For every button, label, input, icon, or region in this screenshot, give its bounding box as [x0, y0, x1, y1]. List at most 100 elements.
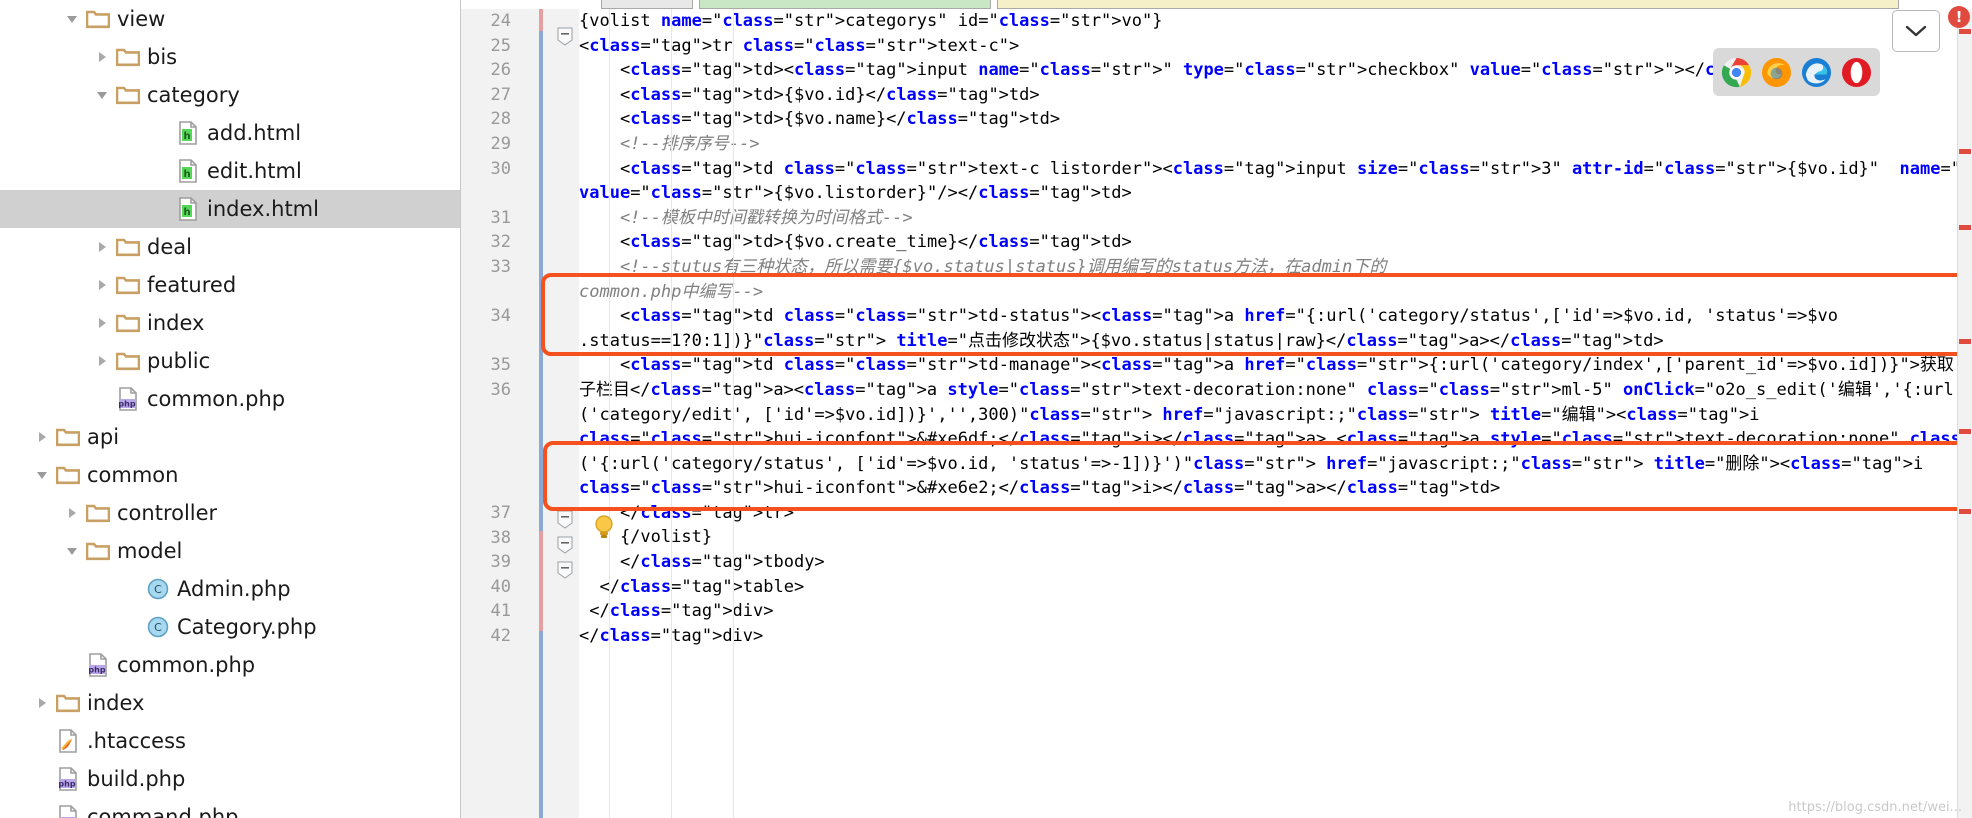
- code-line[interactable]: ('category/edit', ['id'=>$vo.id])}','',3…: [579, 403, 1972, 428]
- chevron-right-icon[interactable]: [90, 278, 114, 292]
- tree-item-common-php[interactable]: php common.php: [0, 380, 460, 418]
- code-line[interactable]: {volist name="class="str">categorys" id=…: [579, 9, 1972, 34]
- error-count-badge[interactable]: !: [1948, 6, 1970, 28]
- chevron-down-icon[interactable]: [60, 544, 84, 558]
- code-lines[interactable]: {volist name="class="str">categorys" id=…: [579, 9, 1972, 648]
- fold-handle-minus-icon-3[interactable]: [556, 536, 574, 556]
- code-line[interactable]: <!--排序序号-->: [579, 132, 1972, 157]
- line-number-gutter[interactable]: 24 25 26 27 28 29 30 31 32 33 34 35 36 37 38 39 40 41 42: [461, 9, 539, 818]
- code-editor[interactable]: 24 25 26 27 28 29 30 31 32 33 34 35 36 37 38 39 40 41 42: [461, 0, 1972, 818]
- edge-browser-icon[interactable]: [1801, 57, 1832, 88]
- error-stripe-mark-5[interactable]: [1959, 429, 1971, 434]
- tree-item-label: model: [117, 539, 183, 563]
- tree-item-bis[interactable]: bis: [0, 38, 460, 76]
- tree-item-api[interactable]: api: [0, 418, 460, 456]
- folder-icon: [84, 503, 112, 523]
- htaccess-file-icon: [54, 729, 82, 753]
- code-line[interactable]: ('{:url('category/status', ['id'=>$vo.id…: [579, 452, 1972, 477]
- chevron-down-icon[interactable]: [90, 88, 114, 102]
- code-line[interactable]: <class="tag">td class="class="str">td-st…: [579, 304, 1972, 329]
- code-line[interactable]: 子栏目</class="tag">a><class="tag">a style=…: [579, 378, 1972, 403]
- editor-marker-scrollbar[interactable]: [1957, 9, 1972, 818]
- code-folding-column[interactable]: [551, 9, 579, 818]
- code-line[interactable]: </class="tag">div>: [579, 624, 1972, 649]
- editor-tab-modified[interactable]: [699, 0, 991, 9]
- fold-handle-minus-icon[interactable]: [555, 26, 575, 46]
- fold-handle-minus-icon-4[interactable]: [556, 561, 574, 581]
- chevron-right-icon[interactable]: [90, 354, 114, 368]
- chevron-right-icon[interactable]: [90, 50, 114, 64]
- code-line[interactable]: class="class="str">hui-iconfont">&#xe6df…: [579, 427, 1972, 452]
- tree-item-category-php[interactable]: C Category.php: [0, 608, 460, 646]
- code-line[interactable]: </class="tag">div>: [579, 599, 1972, 624]
- tree-item-common-php[interactable]: php common.php: [0, 646, 460, 684]
- code-line[interactable]: <class="tag">td class="class="str">td-ma…: [579, 353, 1972, 378]
- tree-item-label: bis: [147, 45, 178, 69]
- tree-item-command-php[interactable]: php command.php: [0, 798, 460, 818]
- editor-tab-strip[interactable]: [461, 0, 1972, 9]
- tree-item-category[interactable]: category: [0, 76, 460, 114]
- firefox-browser-icon[interactable]: [1761, 57, 1792, 88]
- tree-item-index[interactable]: index: [0, 684, 460, 722]
- code-line[interactable]: {/volist}: [579, 525, 1972, 550]
- tree-item-label: build.php: [87, 767, 186, 791]
- code-line[interactable]: </class="tag">table>: [579, 575, 1972, 600]
- line-number: 37: [490, 503, 511, 523]
- tree-item-add-html[interactable]: h add.html: [0, 114, 460, 152]
- code-area[interactable]: 24 25 26 27 28 29 30 31 32 33 34 35 36 37 38 39 40 41 42: [461, 9, 1972, 818]
- chevron-down-icon[interactable]: [60, 12, 84, 26]
- intention-bulb-icon[interactable]: [593, 514, 615, 540]
- code-line[interactable]: .status==1?0:1])}"class="str"> title="点击…: [579, 329, 1972, 354]
- tree-item-edit-html[interactable]: h edit.html: [0, 152, 460, 190]
- tree-item-index-html[interactable]: h index.html: [0, 190, 460, 228]
- chevron-right-icon[interactable]: [90, 240, 114, 254]
- code-text[interactable]: {volist name="class="str">categorys" id=…: [579, 9, 1972, 818]
- indent-guide-1: [609, 9, 610, 818]
- code-line[interactable]: <!--stutus有三种状态，所以需要{$vo.status|status}调…: [579, 255, 1972, 280]
- tree-item-build-php[interactable]: php build.php: [0, 760, 460, 798]
- code-line[interactable]: </class="tag">tbody>: [579, 550, 1972, 575]
- code-line[interactable]: <class="tag">td class="class="str">text-…: [579, 157, 1972, 182]
- project-tree-sidebar[interactable]: view bis category h add.html h edit.html h index…: [0, 0, 461, 818]
- tree-item-controller[interactable]: controller: [0, 494, 460, 532]
- error-stripe-mark-1[interactable]: [1959, 29, 1971, 34]
- error-stripe-mark-6[interactable]: [1959, 509, 1971, 514]
- fold-handle-minus-icon-2[interactable]: [555, 509, 575, 529]
- html-file-icon: h: [174, 197, 202, 221]
- code-line[interactable]: </class="tag">tr>: [579, 501, 1972, 526]
- code-line[interactable]: <class="tag">td>{$vo.name}</class="tag">…: [579, 107, 1972, 132]
- code-line[interactable]: <!--模板中时间戳转换为时间格式-->: [579, 206, 1972, 231]
- chevron-down-icon: [1905, 25, 1927, 37]
- error-stripe-mark-3[interactable]: [1959, 225, 1971, 230]
- chevron-down-icon[interactable]: [30, 468, 54, 482]
- tree-item-deal[interactable]: deal: [0, 228, 460, 266]
- browser-launch-toolbar[interactable]: [1713, 48, 1880, 96]
- line-number: 38: [490, 527, 511, 548]
- tree-item--htaccess[interactable]: .htaccess: [0, 722, 460, 760]
- code-line[interactable]: class="class="str">hui-iconfont">&#xe6e2…: [579, 476, 1972, 501]
- tree-item-admin-php[interactable]: C Admin.php: [0, 570, 460, 608]
- code-line[interactable]: value="class="str">{$vo.listorder}"/></c…: [579, 181, 1972, 206]
- scroll-down-chevron-button[interactable]: [1892, 10, 1940, 52]
- chevron-right-icon[interactable]: [30, 696, 54, 710]
- tree-item-index[interactable]: index: [0, 304, 460, 342]
- tree-item-common[interactable]: common: [0, 456, 460, 494]
- opera-browser-icon[interactable]: [1841, 57, 1872, 88]
- chrome-browser-icon[interactable]: [1721, 57, 1752, 88]
- tree-item-label: .htaccess: [87, 729, 186, 753]
- code-line[interactable]: common.php中编写-->: [579, 280, 1972, 305]
- tree-item-label: edit.html: [207, 159, 302, 183]
- chevron-right-icon[interactable]: [90, 316, 114, 330]
- tree-item-featured[interactable]: featured: [0, 266, 460, 304]
- svg-text:php: php: [88, 665, 105, 674]
- tree-item-public[interactable]: public: [0, 342, 460, 380]
- editor-tab-active[interactable]: [997, 0, 1899, 9]
- chevron-right-icon[interactable]: [60, 506, 84, 520]
- code-line[interactable]: <class="tag">td>{$vo.create_time}</class…: [579, 230, 1972, 255]
- chevron-right-icon[interactable]: [30, 430, 54, 444]
- error-stripe-mark-4[interactable]: [1959, 339, 1971, 344]
- tree-item-model[interactable]: model: [0, 532, 460, 570]
- editor-tab-inactive-1[interactable]: [601, 0, 693, 9]
- tree-item-view[interactable]: view: [0, 0, 460, 38]
- error-stripe-mark-2[interactable]: [1959, 149, 1971, 154]
